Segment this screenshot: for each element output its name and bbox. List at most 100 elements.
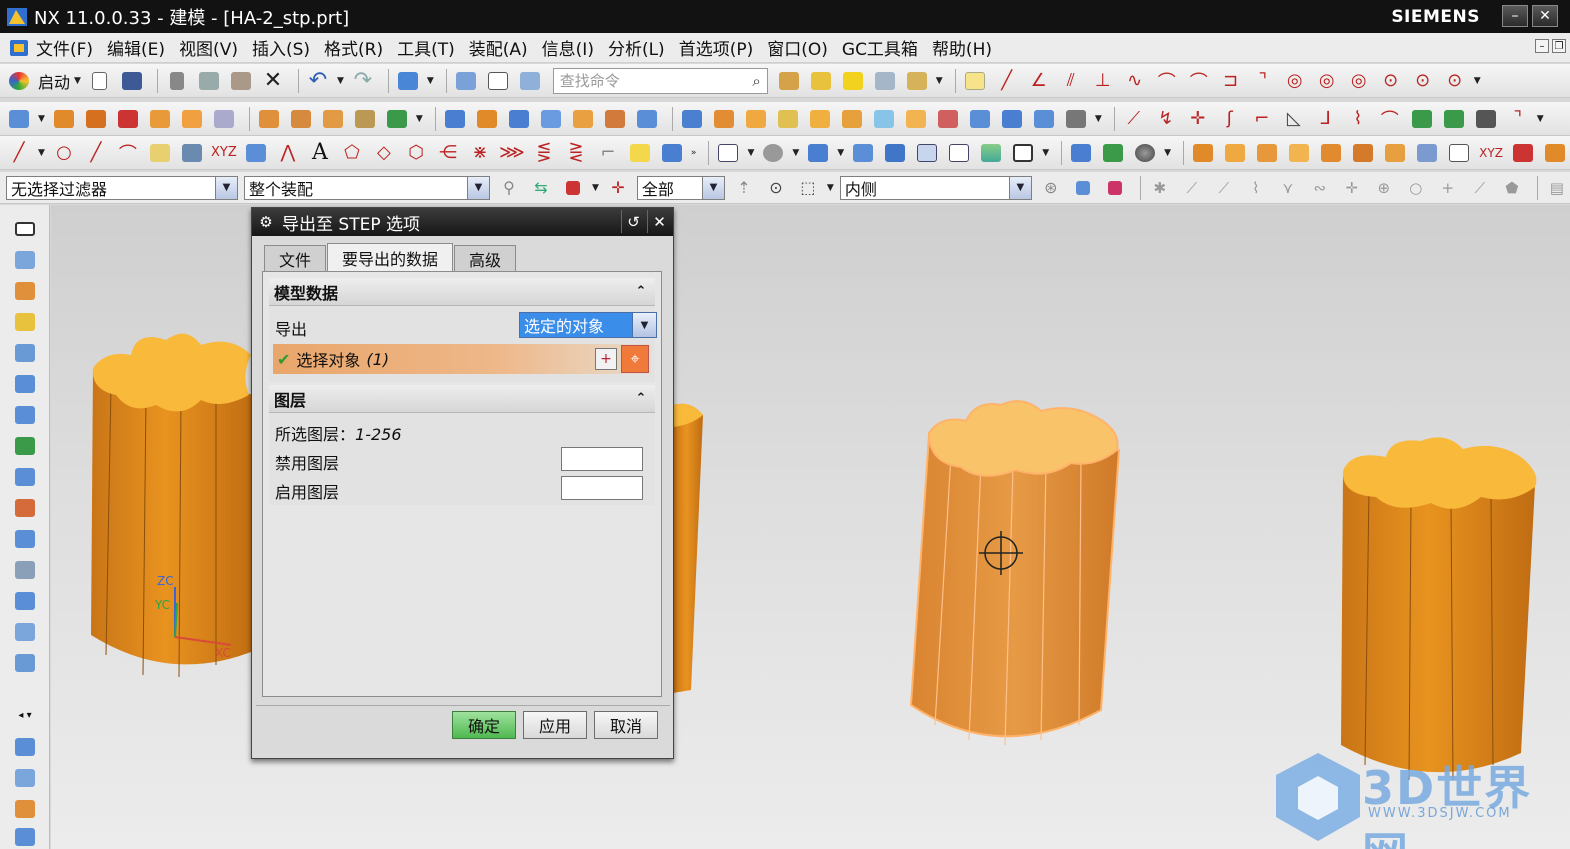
circle-icon-2[interactable]: ◎ — [1314, 68, 1340, 94]
menu-edit[interactable]: 编辑(E) — [107, 35, 165, 60]
snap-dropdown-arrow-icon[interactable]: ▼ — [1474, 76, 1481, 86]
select-objects-row[interactable]: ✔ 选择对象 (1) + ⌖ — [273, 344, 651, 374]
sphere-icon[interactable] — [1132, 140, 1158, 166]
analysis-icon-5[interactable] — [1318, 140, 1344, 166]
paste-icon[interactable] — [228, 68, 254, 94]
chevron-down-icon[interactable]: ▼ — [1008, 176, 1031, 199]
datum-dropdown-arrow-icon[interactable]: ▼ — [38, 114, 45, 124]
surface-icon-7[interactable] — [634, 106, 660, 132]
feature-icon-4[interactable] — [872, 68, 898, 94]
law-curve-icon[interactable]: XYZ — [211, 140, 237, 166]
manufacturing-wizard-icon[interactable] — [12, 496, 38, 520]
web-browser-icon[interactable] — [12, 372, 38, 396]
chevron-down-icon[interactable]: ▼ — [701, 176, 724, 199]
arc-icon-2[interactable]: ⌒ — [1186, 68, 1212, 94]
snap-point-type-icon-5[interactable]: ⋎ — [1275, 175, 1301, 201]
filter-icon-2[interactable]: ⇆ — [528, 175, 554, 201]
touch-mode-icon[interactable] — [453, 68, 479, 94]
part-navigator-icon[interactable] — [517, 68, 543, 94]
snap-point-type-icon-8[interactable]: ⊕ — [1371, 175, 1397, 201]
circle-icon-1[interactable]: ◎ — [1282, 68, 1308, 94]
revolve-icon[interactable] — [83, 106, 109, 132]
feature-dropdown-arrow-icon[interactable]: ▼ — [936, 76, 943, 86]
export-scope-select[interactable]: 选定的对象 ▼ — [519, 312, 657, 338]
project-curve-icon[interactable]: ⋲ — [435, 140, 461, 166]
sync-icon-1[interactable] — [679, 106, 705, 132]
constraint-navigator-icon[interactable] — [12, 248, 38, 272]
nx-menu-icon[interactable] — [8, 37, 30, 59]
shape-icon-1[interactable]: ⬠ — [339, 140, 365, 166]
feature-icon-2[interactable] — [808, 68, 834, 94]
copy-icon[interactable] — [196, 68, 222, 94]
view-cube-icon-3[interactable] — [914, 140, 940, 166]
type-filter-combo[interactable]: 无选择过滤器 ▼ — [6, 175, 238, 200]
doc-restore-button[interactable]: ❐ — [1552, 39, 1566, 53]
search-icon[interactable]: ⌕ — [752, 72, 760, 90]
curve-icon[interactable]: ∿ — [1122, 68, 1148, 94]
curve-edit-icon-12[interactable] — [1473, 106, 1499, 132]
filter-icon-3[interactable] — [560, 175, 586, 201]
analysis-icon-12[interactable] — [1542, 140, 1568, 166]
curve-edit-icon-9[interactable]: ⌒ — [1377, 106, 1403, 132]
curve-edit-icon-11[interactable] — [1441, 106, 1467, 132]
snap-point-type-icon-13[interactable]: ▤ — [1544, 175, 1570, 201]
window-layout-icon[interactable] — [485, 68, 511, 94]
filter-dropdown-arrow-icon[interactable]: ▼ — [592, 183, 599, 193]
layers-group-header[interactable]: 图层 ⌃ — [269, 385, 655, 413]
roles-icon[interactable] — [12, 527, 38, 551]
menu-preferences[interactable]: 首选项(P) — [679, 35, 754, 60]
pattern-icon[interactable] — [320, 106, 346, 132]
surface-icon-3[interactable] — [506, 106, 532, 132]
snap-tool-icon-1[interactable]: ⊛ — [1038, 175, 1064, 201]
snap-point-type-icon-11[interactable]: ⟋ — [1467, 175, 1493, 201]
curve-edit-icon-4[interactable]: ʃ — [1217, 106, 1243, 132]
model-data-group-header[interactable]: 模型数据 ⌃ — [269, 278, 655, 306]
menu-tools[interactable]: 工具(T) — [397, 35, 455, 60]
analysis-icon-4[interactable] — [1286, 140, 1312, 166]
region-dropdown-arrow-icon[interactable]: ▼ — [827, 183, 834, 193]
close-icon[interactable]: ✕ — [647, 210, 671, 233]
analysis-icon-7[interactable] — [1382, 140, 1408, 166]
snap-point-type-icon-1[interactable]: ✱ — [1147, 175, 1173, 201]
tab-file[interactable]: 文件 — [264, 245, 327, 271]
start-button-label[interactable]: 启动 — [38, 69, 70, 93]
offset-curve-icon[interactable] — [243, 140, 269, 166]
hd3d-tools-icon[interactable] — [12, 341, 38, 365]
text-icon[interactable]: A — [307, 140, 333, 166]
extract-curve-icon[interactable]: ⋚ — [531, 140, 557, 166]
menu-help[interactable]: 帮助(H) — [932, 35, 992, 60]
menu-file[interactable]: 文件(F) — [36, 35, 93, 60]
filter-icon-4[interactable]: ✛ — [605, 175, 631, 201]
snap-point-type-icon-2[interactable]: ⟋ — [1179, 175, 1205, 201]
reset-icon[interactable]: ↺ — [621, 210, 645, 233]
enabled-layers-input[interactable] — [561, 476, 643, 500]
add-selection-button[interactable]: + — [595, 348, 617, 370]
sphere-dropdown-arrow-icon[interactable]: ▼ — [1164, 148, 1171, 158]
history-icon[interactable] — [12, 403, 38, 427]
view-cube-icon-1[interactable] — [850, 140, 876, 166]
render-style-icon[interactable] — [760, 140, 786, 166]
crosshair-select-icon[interactable]: ⌖ — [621, 345, 649, 373]
trim-body-icon[interactable] — [384, 106, 410, 132]
snap-tool-icon-2[interactable] — [1070, 175, 1096, 201]
circle-icon-6[interactable]: ⊙ — [1442, 68, 1468, 94]
view-dropdown-arrow-icon[interactable]: ▼ — [747, 148, 754, 158]
bridge-curve-icon[interactable]: ⋀ — [275, 140, 301, 166]
sync-icon-5[interactable] — [807, 106, 833, 132]
menu-format[interactable]: 格式(R) — [324, 35, 383, 60]
sync-icon-2[interactable] — [711, 106, 737, 132]
curve-edit-icon-6[interactable]: ◺ — [1281, 106, 1307, 132]
surface-icon-6[interactable] — [602, 106, 628, 132]
delete-icon[interactable]: ✕ — [260, 68, 286, 94]
analysis-icon-2[interactable] — [1222, 140, 1248, 166]
view-cube-icon-2[interactable] — [882, 140, 908, 166]
orient-dropdown-arrow-icon[interactable]: ▼ — [837, 148, 844, 158]
curve-on-surface-icon[interactable] — [659, 140, 685, 166]
orient-view-icon[interactable] — [805, 140, 831, 166]
surface-icon-1[interactable] — [442, 106, 468, 132]
shape-icon-2[interactable]: ◇ — [371, 140, 397, 166]
start-icon[interactable] — [6, 68, 32, 94]
fit-view-icon[interactable] — [715, 140, 741, 166]
process-studio-icon[interactable] — [12, 465, 38, 489]
boolean-icon[interactable] — [115, 106, 141, 132]
